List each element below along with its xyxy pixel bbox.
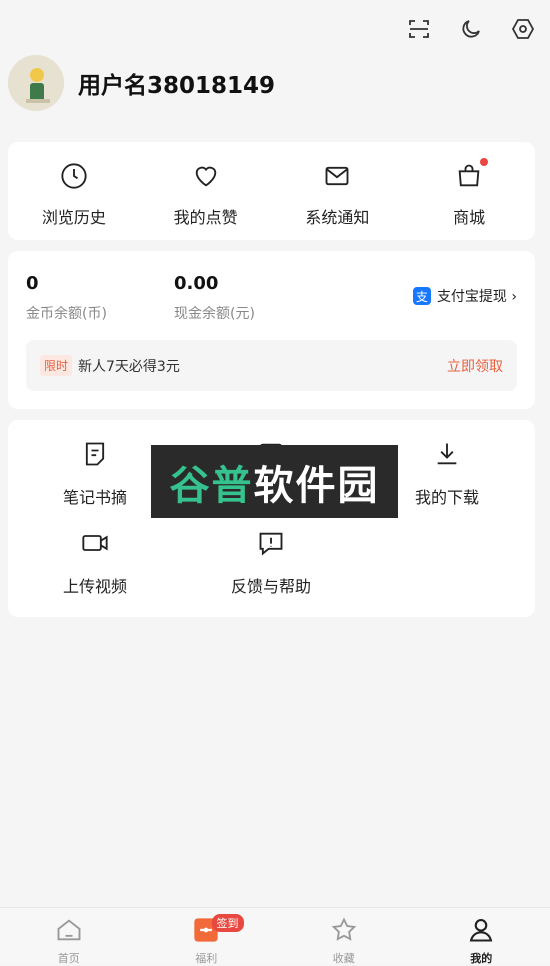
watermark-part1: 谷普 (170, 453, 254, 511)
checkin-badge: 签到 (212, 914, 244, 932)
shopping-bag-icon (455, 162, 483, 194)
feedback-button[interactable]: 反馈与帮助 (206, 529, 336, 597)
likes-button[interactable]: 我的点赞 (140, 142, 272, 240)
cash-label: 现金余额(元) (174, 303, 255, 323)
wallet-card: 0 金币余额(币) 0.00 现金余额(元) 支 支付宝提现 › 限时 新人7天… (8, 251, 535, 409)
promo-tag: 限时 (40, 355, 72, 376)
upload-video-button[interactable]: 上传视频 (30, 529, 160, 597)
username: 用户名38018149 (78, 66, 275, 100)
moon-icon[interactable] (456, 14, 486, 44)
user-icon (467, 916, 495, 948)
tab-welfare[interactable]: 签到 福利 (138, 908, 276, 964)
profile-header[interactable]: 用户名38018149 (8, 55, 275, 111)
claim-button[interactable]: 立即领取 (447, 356, 503, 376)
star-icon (330, 916, 358, 948)
tab-home[interactable]: 首页 (0, 908, 138, 964)
quick-actions-card: 浏览历史 我的点赞 系统通知 商城 (8, 142, 535, 240)
watermark-part2: 软件园 (254, 453, 380, 511)
cash-value: 0.00 (174, 273, 255, 294)
coin-balance[interactable]: 0 金币余额(币) (26, 273, 107, 323)
mall-button[interactable]: 商城 (403, 142, 535, 240)
scan-icon[interactable] (404, 14, 434, 44)
top-toolbar (404, 14, 538, 44)
watermark-banner: 谷普 软件园 (151, 445, 398, 518)
avatar[interactable] (8, 55, 64, 111)
mall-label: 商城 (453, 204, 485, 228)
promo-banner[interactable]: 限时 新人7天必得3元 立即领取 (26, 340, 517, 391)
upload-video-label: 上传视频 (63, 573, 127, 597)
alipay-withdraw-link[interactable]: 支 支付宝提现 › (413, 286, 517, 306)
settings-icon[interactable] (508, 14, 538, 44)
notes-label: 笔记书摘 (63, 484, 127, 508)
coin-value: 0 (26, 273, 107, 294)
downloads-label: 我的下载 (415, 484, 479, 508)
promo-text: 新人7天必得3元 (78, 356, 180, 376)
notification-dot (480, 158, 488, 166)
feedback-label: 反馈与帮助 (231, 573, 311, 597)
coin-label: 金币余额(币) (26, 303, 107, 323)
clock-icon (60, 162, 88, 194)
history-label: 浏览历史 (42, 204, 106, 228)
camera-icon (81, 529, 109, 561)
heart-icon (192, 162, 220, 194)
notifications-button[interactable]: 系统通知 (272, 142, 404, 240)
tab-mine[interactable]: 我的 (413, 908, 550, 964)
mail-icon (323, 162, 351, 194)
notifications-label: 系统通知 (305, 204, 369, 228)
alipay-label: 支付宝提现 › (437, 286, 517, 306)
likes-label: 我的点赞 (174, 204, 238, 228)
home-icon (55, 916, 83, 948)
history-button[interactable]: 浏览历史 (8, 142, 140, 240)
feedback-icon (257, 529, 285, 561)
bottom-tab-bar: 首页 签到 福利 收藏 我的 (0, 907, 550, 964)
tab-favorites[interactable]: 收藏 (275, 908, 413, 964)
cash-balance[interactable]: 0.00 现金余额(元) (174, 273, 255, 323)
alipay-icon: 支 (413, 287, 431, 305)
note-icon (81, 440, 109, 472)
downloads-button[interactable]: 我的下载 (382, 440, 512, 508)
notes-button[interactable]: 笔记书摘 (30, 440, 160, 508)
download-icon (433, 440, 461, 472)
